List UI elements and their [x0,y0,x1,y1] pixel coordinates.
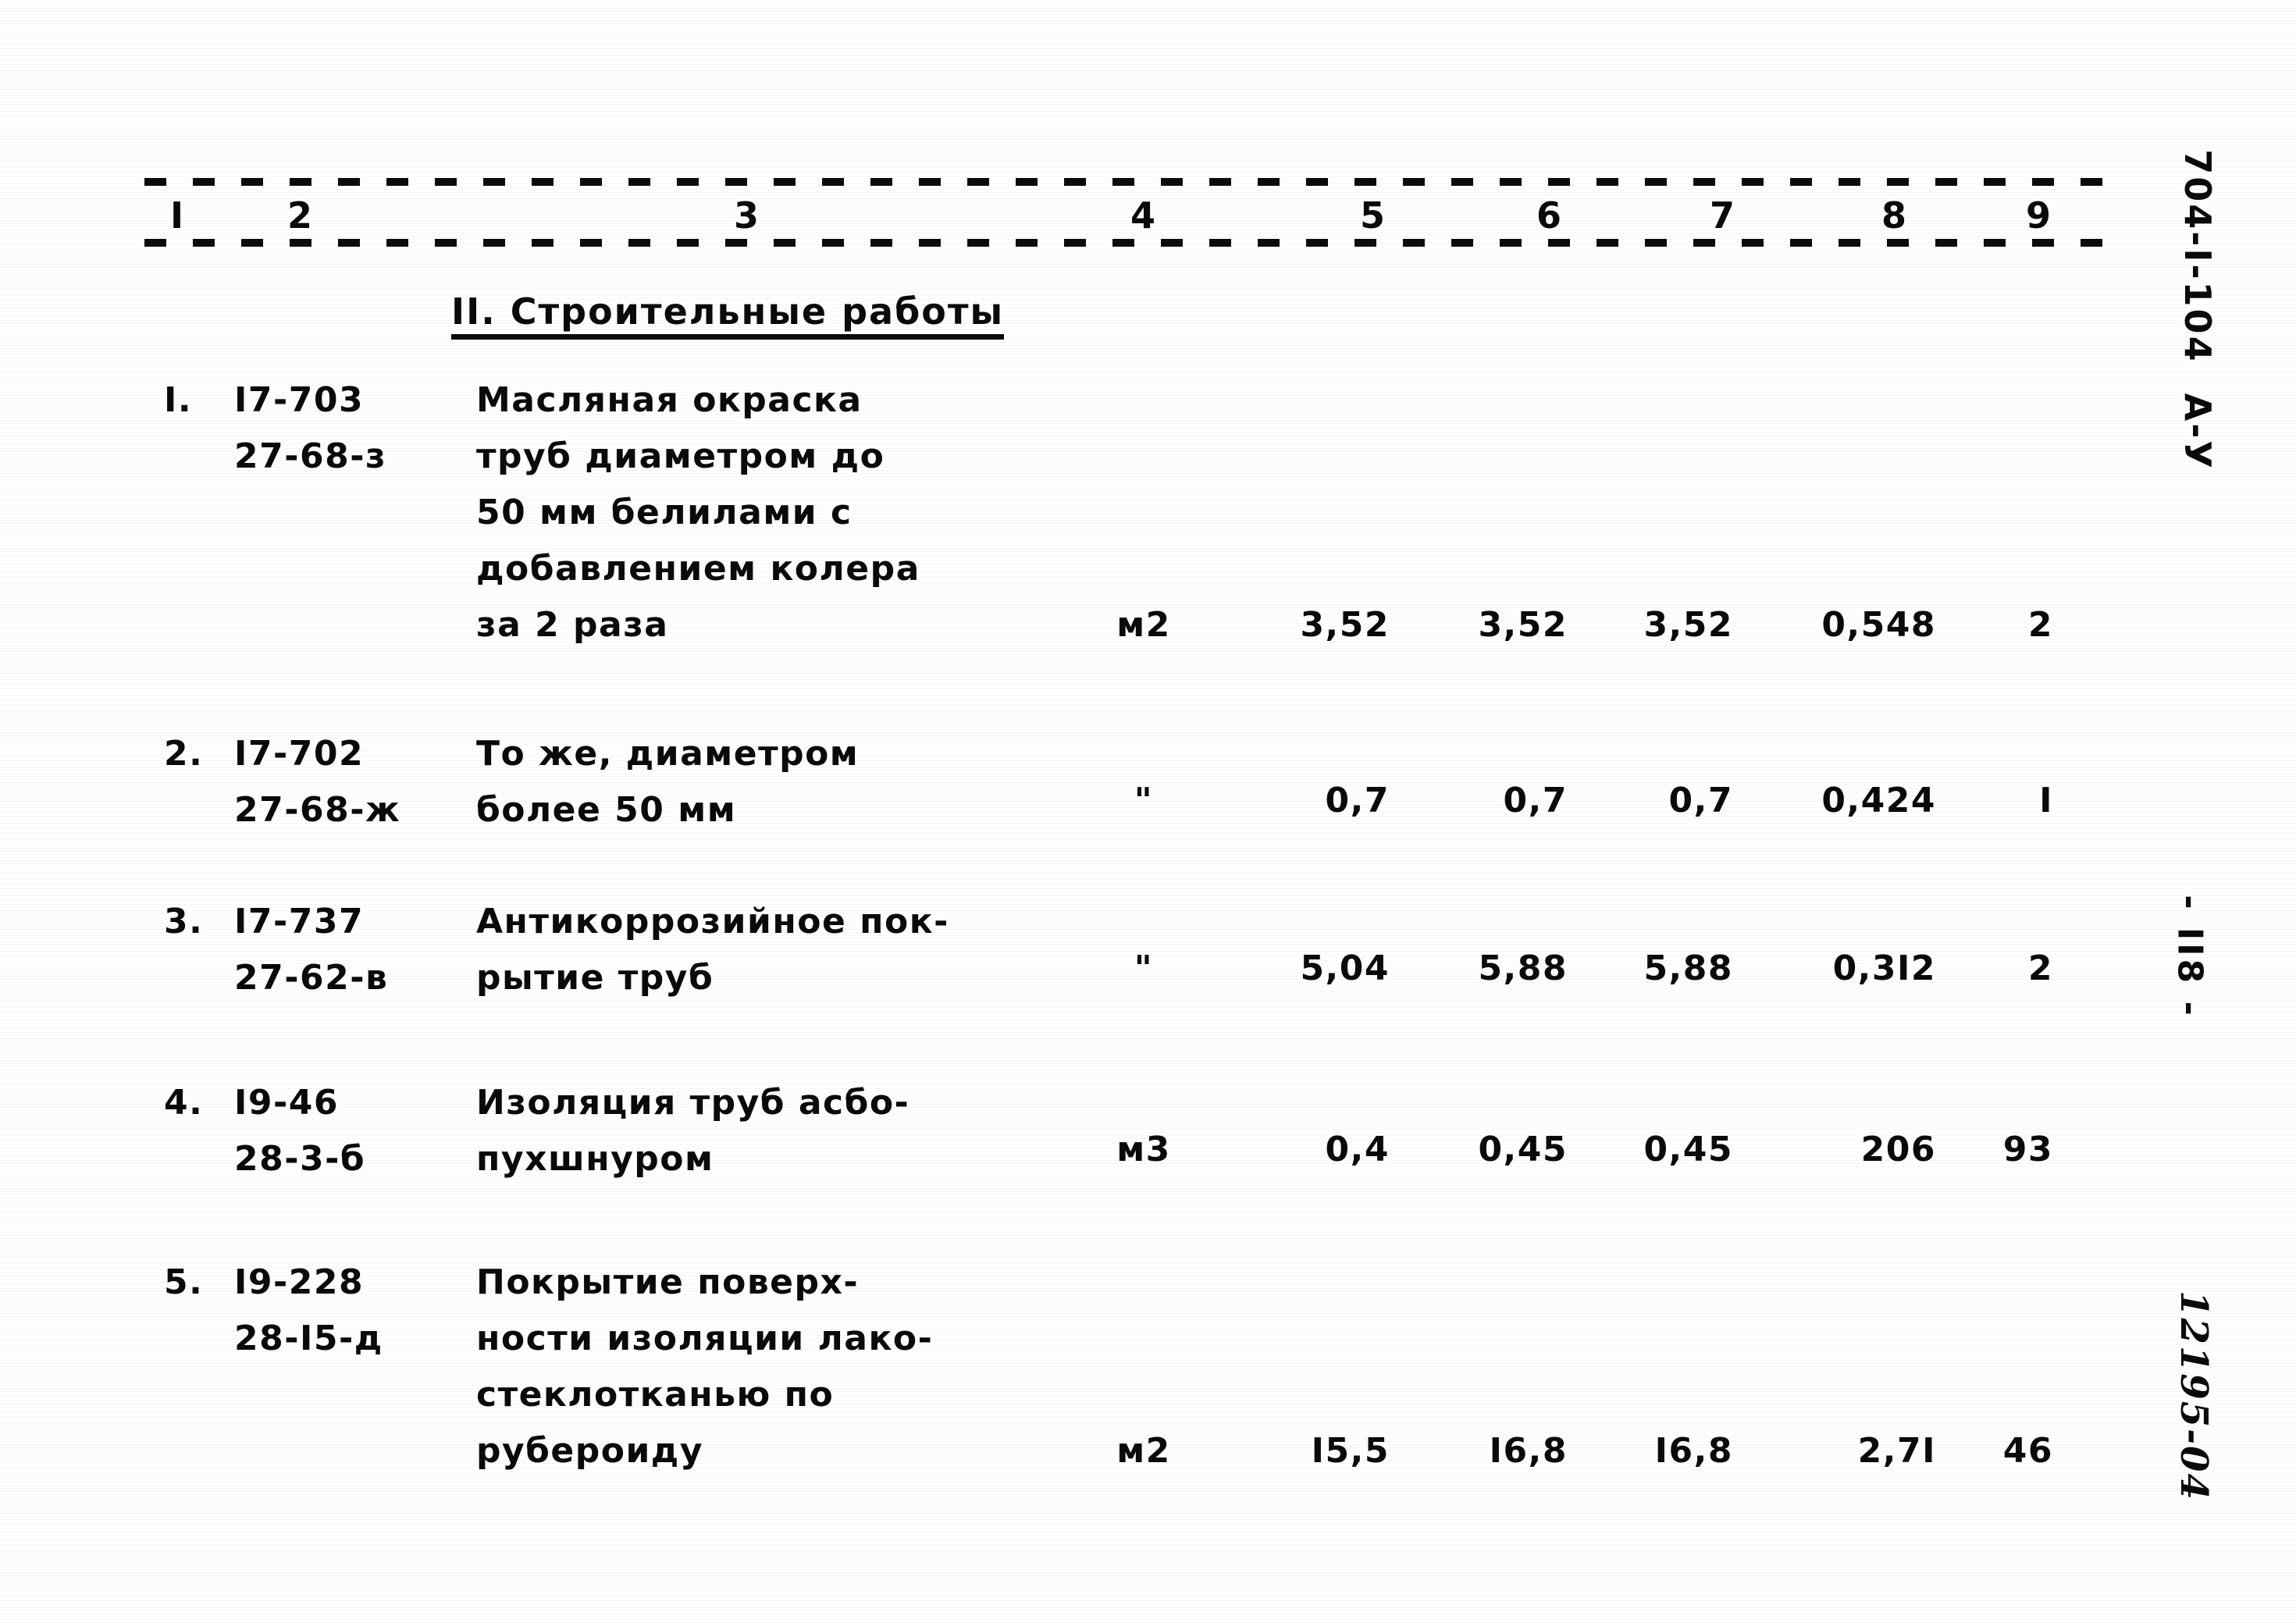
column-number-7: 7 [1710,194,1735,237]
row-value-col7: 5,88 [1643,949,1733,988]
row-value-col8: 206 [1860,1130,1936,1169]
row-index: 5. [164,1262,204,1302]
page-number-stamp: - II8 - [2170,895,2210,1019]
row-code-top: I7-737 [234,902,365,941]
row-description-line: 50 мм белилами с [476,493,853,532]
row-value-col5: 0,7 [1325,781,1390,820]
row-unit: м3 [1116,1130,1171,1169]
row-index: 4. [164,1083,204,1123]
row-value-col7: 3,52 [1643,605,1733,645]
row-value-col9: 93 [2002,1130,2053,1169]
row-value-col7: I6,8 [1654,1431,1733,1471]
row-value-col6: 3,52 [1478,605,1568,645]
row-value-col5: 3,52 [1300,605,1390,645]
row-unit: " [1134,781,1154,820]
row-code-bottom: 27-68-ж [234,790,401,830]
row-index: I. [164,380,193,420]
row-description-line: пухшнуром [476,1139,714,1179]
row-value-col7: 0,45 [1643,1130,1733,1169]
row-description-line: рытие труб [476,958,714,998]
header-rule-top [144,178,2112,186]
section-title: II. Строительные работы [451,290,1005,340]
row-value-col6: 0,7 [1503,781,1568,820]
row-code-bottom: 28-3-б [234,1139,366,1179]
row-description-line: ности изоляции лако- [476,1319,934,1358]
row-value-col8: 0,424 [1821,781,1936,820]
row-value-col6: I6,8 [1489,1431,1568,1471]
archive-number-stamp: 12195-04 [2172,1290,2216,1501]
column-number-6: 6 [1536,194,1562,237]
row-value-col9: 2 [2027,605,2053,645]
row-value-col6: 5,88 [1478,949,1568,988]
row-code-bottom: 27-68-з [234,436,387,476]
row-description-line: стеклотканью по [476,1375,835,1415]
row-code-top: I7-703 [234,380,365,420]
row-description-line: труб диаметром до [476,436,885,476]
series-code-stamp: 704-I-104 А-У [2177,149,2219,471]
row-description-line: Масляная окраска [476,380,863,420]
row-value-col8: 0,3I2 [1832,949,1936,988]
row-description-line: Покрытие поверх- [476,1262,860,1302]
row-unit: м2 [1116,1431,1171,1471]
column-number-5: 5 [1360,194,1386,237]
column-number-8: 8 [1881,194,1907,237]
row-index: 2. [164,734,204,774]
row-description-line: Антикоррозийное пок- [476,902,949,941]
row-value-col9: 46 [2002,1431,2053,1471]
row-code-top: I9-46 [234,1083,339,1123]
row-description-line: за 2 раза [476,605,669,645]
row-value-col6: 0,45 [1478,1130,1568,1169]
row-value-col5: 5,04 [1300,949,1390,988]
header-rule-bottom [144,239,2112,247]
row-unit: " [1134,949,1154,988]
row-code-top: I7-702 [234,734,365,774]
row-code-bottom: 28-I5-д [234,1319,383,1358]
row-description-line: То же, диаметром [476,734,860,774]
row-code-bottom: 27-62-в [234,958,389,998]
row-value-col8: 0,548 [1821,605,1936,645]
row-code-top: I9-228 [234,1262,365,1302]
row-unit: м2 [1116,605,1171,645]
row-value-col8: 2,7I [1857,1431,1936,1471]
row-description-line: рубероиду [476,1431,704,1471]
row-description-line: более 50 мм [476,790,737,830]
row-value-col5: I5,5 [1311,1431,1390,1471]
row-index: 3. [164,902,204,941]
column-number-1: I [170,194,184,237]
row-value-col7: 0,7 [1668,781,1733,820]
column-number-9: 9 [2026,194,2052,237]
row-description-line: Изоляция труб асбо- [476,1083,910,1123]
column-number-2: 2 [287,194,313,237]
scanned-document-page: I 2 3 4 5 6 7 8 9 II. Строительные работ… [0,0,2296,1623]
column-number-4: 4 [1130,194,1156,237]
row-description-line: добавлением колера [476,549,920,589]
row-value-col5: 0,4 [1325,1130,1390,1169]
column-number-3: 3 [734,194,760,237]
row-value-col9: 2 [2027,949,2053,988]
row-value-col9: I [2039,781,2053,820]
